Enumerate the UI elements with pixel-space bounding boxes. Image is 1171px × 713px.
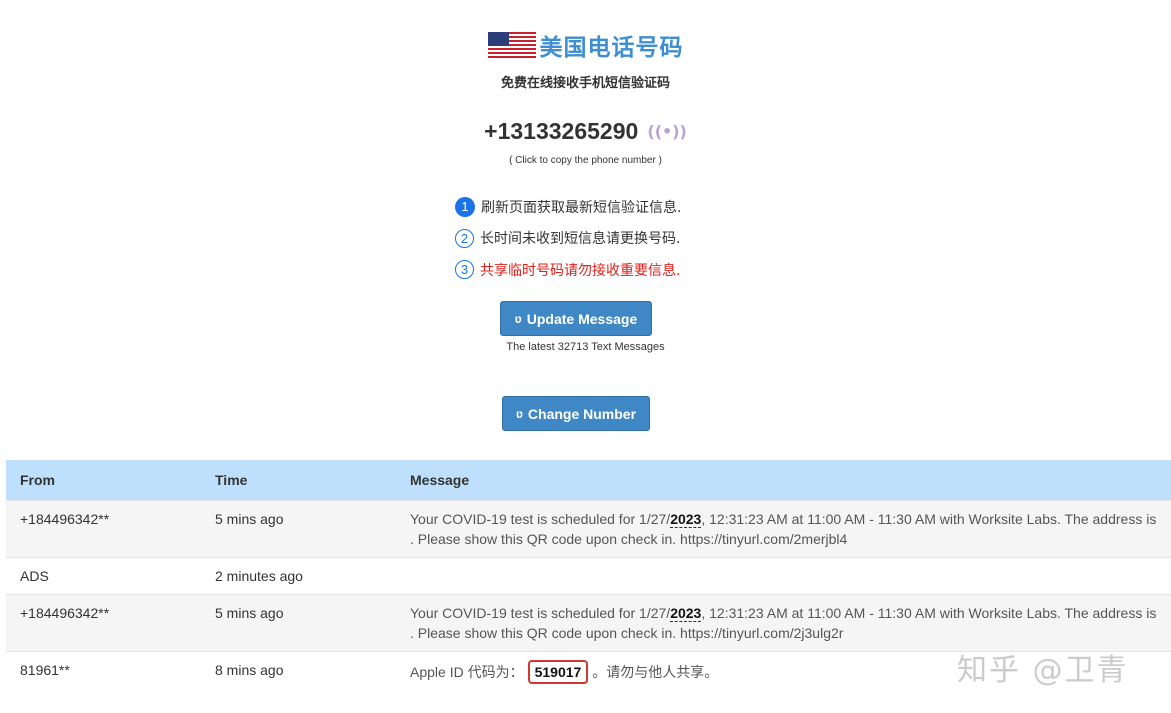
cell-message: Your COVID-19 test is scheduled for 1/27… [396,594,1171,652]
site-subtitle: 免费在线接收手机短信验证码 [500,76,670,91]
cell-from: +184496342** [6,594,201,652]
title-row: 美国电话号码 [487,28,684,62]
tip-text: 刷新页面获取最新短信验证信息. [481,199,682,216]
cell-from: 81961** [6,651,201,692]
table-row: +184496342** 5 mins ago Your COVID-19 te… [6,500,1171,558]
column-header-message: Message [396,460,1171,501]
cell-message [396,557,1171,595]
cell-from: +184496342** [6,500,201,558]
message-text: Your COVID-19 test is scheduled for 1/27… [410,511,671,527]
latest-count: The latest 32713 Text Messages [506,341,665,353]
header: 美国电话号码 [0,28,1171,62]
refresh-icon: ʋ [515,406,523,421]
tip-item: 3 共享临时号码请勿接收重要信息. [455,254,681,286]
verification-code: 519017 [527,660,589,684]
copy-hint: ( Click to copy the phone number ) [509,155,662,166]
phone-number[interactable]: +13133265290 [484,118,638,144]
update-message-button[interactable]: ʋ Update Message [500,301,652,336]
refresh-icon: ʋ [514,311,522,326]
table-row: +184496342** 5 mins ago Your COVID-19 te… [6,594,1171,652]
message-text: Your COVID-19 test is scheduled for 1/27… [410,605,671,621]
message-year: 2023 [670,511,702,528]
messages-table: From Time Message +184496342** 5 mins ag… [6,460,1171,692]
broadcast-icon[interactable]: ((•)) [647,122,686,141]
cell-message: Your COVID-19 test is scheduled for 1/27… [396,500,1171,558]
phone-row: +13133265290 ((•)) [0,118,1171,145]
change-number-button[interactable]: ʋ Change Number [502,396,650,431]
table-row: ADS 2 minutes ago [6,557,1171,595]
column-header-from: From [6,460,201,501]
site-title: 美国电话号码 [539,35,684,61]
tip-item: 2 长时间未收到短信息请更换号码. [455,223,681,255]
cell-time: 5 mins ago [201,500,396,558]
table-header-row: From Time Message [6,460,1171,501]
cell-from: ADS [6,557,201,595]
message-text: 。请勿与他人共享。 [592,664,719,680]
tip-item: 1 刷新页面获取最新短信验证信息. [455,191,681,223]
tips-list: 1 刷新页面获取最新短信验证信息. 2 长时间未收到短信息请更换号码. 3 共享… [455,191,681,286]
change-number-label: Change Number [527,405,637,422]
cell-time: 2 minutes ago [201,557,396,595]
message-year: 2023 [670,605,702,622]
number-two-icon: 2 [455,228,474,248]
number-three-icon: 3 [455,260,474,280]
message-text: Apple ID 代码为： [410,664,524,680]
number-one-icon: 1 [455,196,475,217]
cell-message: Apple ID 代码为： 519017 。请勿与他人共享。 [396,651,1171,692]
tip-text: 长时间未收到短信息请更换号码. [480,231,681,248]
update-message-label: Update Message [526,310,638,327]
tip-text-warning: 共享临时号码请勿接收重要信息. [480,262,681,279]
cell-time: 5 mins ago [201,594,396,652]
column-header-time: Time [201,460,396,501]
cell-time: 8 mins ago [201,651,396,692]
table-row: 81961** 8 mins ago Apple ID 代码为： 519017 。请… [6,651,1171,692]
us-flag-icon [487,32,536,58]
